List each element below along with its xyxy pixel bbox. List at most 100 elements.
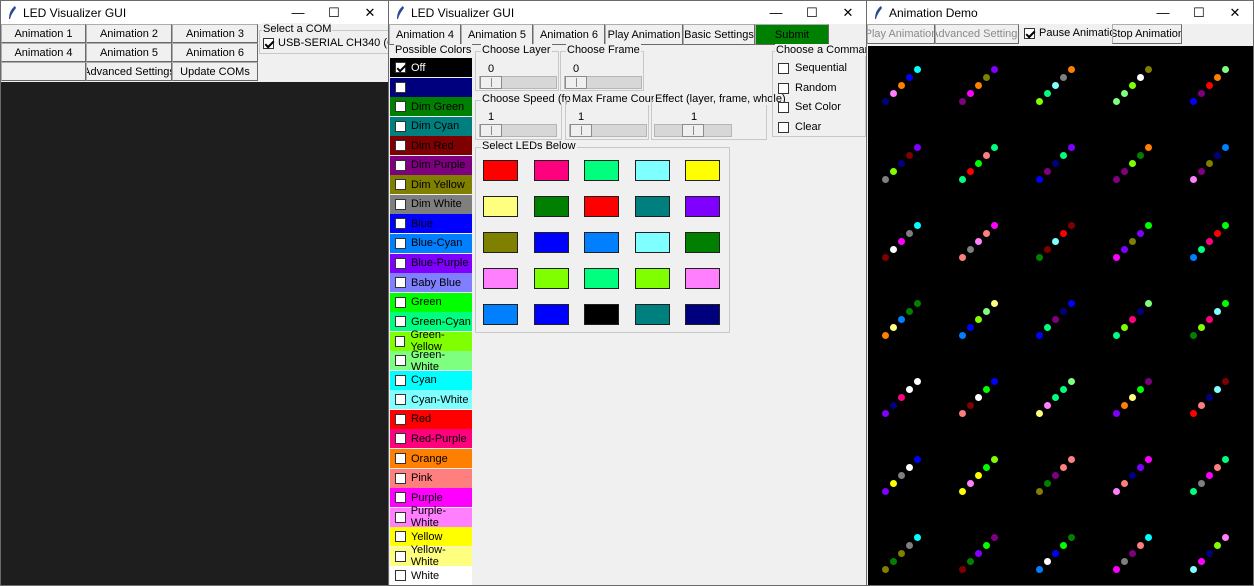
led-button[interactable]: [634, 196, 670, 217]
color-option[interactable]: Pink: [390, 468, 472, 488]
color-checkbox[interactable]: [395, 472, 406, 484]
color-checkbox[interactable]: [395, 159, 406, 171]
command-clear[interactable]: Clear: [778, 121, 821, 133]
color-checkbox[interactable]: [395, 198, 406, 210]
minimize-icon[interactable]: —: [758, 1, 794, 24]
led-button[interactable]: [584, 160, 619, 181]
layer-slider-thumb[interactable]: [480, 76, 502, 89]
led-button[interactable]: [483, 304, 518, 325]
color-checkbox[interactable]: [395, 257, 406, 269]
color-option[interactable]: Blue-Purple: [390, 253, 472, 273]
close-icon[interactable]: ✕: [352, 1, 388, 24]
play-animation-button[interactable]: Play Animation: [867, 24, 935, 44]
led-button[interactable]: [584, 232, 619, 253]
maximize-icon[interactable]: ☐: [1181, 1, 1217, 24]
color-checkbox[interactable]: [395, 355, 406, 367]
close-icon[interactable]: ✕: [1217, 1, 1253, 24]
color-option[interactable]: Dim White: [390, 194, 472, 214]
color-checkbox[interactable]: [395, 218, 406, 230]
minimize-icon[interactable]: —: [1145, 1, 1181, 24]
advanced-settings-button[interactable]: Advanced Settings: [86, 62, 172, 81]
command-random[interactable]: Random: [778, 82, 837, 94]
led-button[interactable]: [685, 196, 720, 217]
color-checkbox[interactable]: [395, 277, 406, 289]
led-button[interactable]: [483, 160, 518, 181]
layer-slider[interactable]: [479, 76, 557, 89]
effect-slider[interactable]: [654, 124, 732, 137]
led-button[interactable]: [634, 304, 670, 325]
led-button[interactable]: [483, 232, 518, 253]
animation-2-button[interactable]: Animation 2: [86, 24, 172, 43]
led-button[interactable]: [685, 304, 720, 325]
stop-animation-button[interactable]: Stop Animation: [1112, 24, 1182, 44]
color-checkbox[interactable]: [395, 316, 406, 328]
close-icon[interactable]: ✕: [830, 1, 866, 24]
color-option[interactable]: Dim Yellow: [390, 175, 472, 195]
com-checkbox[interactable]: [263, 37, 274, 49]
color-checkbox[interactable]: [395, 120, 406, 132]
maximize-icon[interactable]: ☐: [316, 1, 352, 24]
led-button[interactable]: [685, 232, 720, 253]
pause-animation-toggle[interactable]: Pause Animation: [1024, 27, 1122, 39]
advanced-settings-button[interactable]: Advanced Settings: [935, 24, 1019, 44]
led-button[interactable]: [533, 232, 569, 253]
color-option[interactable]: Green: [390, 292, 472, 312]
color-option[interactable]: Yellow-White: [390, 544, 472, 568]
maxframe-slider-thumb[interactable]: [570, 124, 592, 137]
maximize-icon[interactable]: ☐: [794, 1, 830, 24]
color-checkbox[interactable]: [395, 140, 406, 152]
checkbox[interactable]: [778, 62, 789, 74]
color-option[interactable]: Off: [390, 58, 472, 77]
led-button[interactable]: [634, 160, 670, 181]
checkbox[interactable]: [778, 121, 789, 133]
color-option[interactable]: Blue: [390, 214, 472, 234]
animation-1-button[interactable]: Animation 1: [1, 24, 86, 43]
basic-settings-button[interactable]: Basic Settings: [683, 24, 755, 45]
color-option[interactable]: White: [390, 566, 472, 585]
color-option[interactable]: Baby Blue: [390, 273, 472, 293]
animation-6-button[interactable]: Animation 6: [172, 43, 258, 62]
color-option[interactable]: Orange: [390, 449, 472, 468]
led-button[interactable]: [483, 196, 518, 217]
update-coms-button[interactable]: Update COMs: [172, 62, 258, 81]
led-button[interactable]: [584, 196, 619, 217]
title-bar[interactable]: LED Visualizer GUI — ☐ ✕: [1, 1, 388, 24]
animation-3-button[interactable]: Animation 3: [172, 24, 258, 43]
color-checkbox[interactable]: [395, 453, 406, 464]
animation-5-button[interactable]: Animation 5: [461, 24, 533, 45]
color-option[interactable]: Red-Purple: [390, 429, 472, 449]
title-bar[interactable]: Animation Demo — ☐ ✕: [867, 1, 1253, 24]
maxframe-slider[interactable]: [569, 124, 647, 137]
speed-slider[interactable]: [479, 124, 557, 137]
color-checkbox[interactable]: [395, 433, 406, 445]
color-option[interactable]: Dim Green: [390, 97, 472, 117]
led-button[interactable]: [584, 304, 619, 325]
checkbox[interactable]: [778, 82, 789, 94]
speed-slider-thumb[interactable]: [480, 124, 502, 137]
effect-slider-thumb[interactable]: [682, 124, 704, 137]
color-checkbox[interactable]: [395, 62, 406, 73]
pause-checkbox[interactable]: [1024, 27, 1035, 39]
title-bar[interactable]: LED Visualizer GUI — ☐ ✕: [389, 1, 866, 24]
color-option[interactable]: Purple-White: [390, 505, 472, 529]
animation-4-button[interactable]: Animation 4: [1, 43, 86, 62]
led-button[interactable]: [685, 268, 720, 289]
color-checkbox[interactable]: [395, 237, 406, 249]
color-checkbox[interactable]: [395, 296, 406, 308]
color-checkbox[interactable]: [395, 492, 406, 504]
led-button[interactable]: [584, 268, 619, 289]
frame-slider[interactable]: [564, 76, 642, 89]
color-checkbox[interactable]: [395, 374, 406, 386]
animation-5-button[interactable]: Animation 5: [86, 43, 172, 62]
color-checkbox[interactable]: [395, 531, 406, 543]
color-option[interactable]: Blue-Cyan: [390, 233, 472, 253]
led-button[interactable]: [533, 160, 569, 181]
color-checkbox[interactable]: [395, 179, 406, 191]
color-option[interactable]: Dim Purple: [390, 155, 472, 175]
led-button[interactable]: [533, 196, 569, 217]
frame-slider-thumb[interactable]: [565, 76, 587, 89]
checkbox[interactable]: [778, 101, 789, 113]
color-option[interactable]: Dim Blue: [390, 77, 472, 97]
color-checkbox[interactable]: [395, 570, 406, 582]
color-option[interactable]: Dim Cyan: [390, 116, 472, 136]
